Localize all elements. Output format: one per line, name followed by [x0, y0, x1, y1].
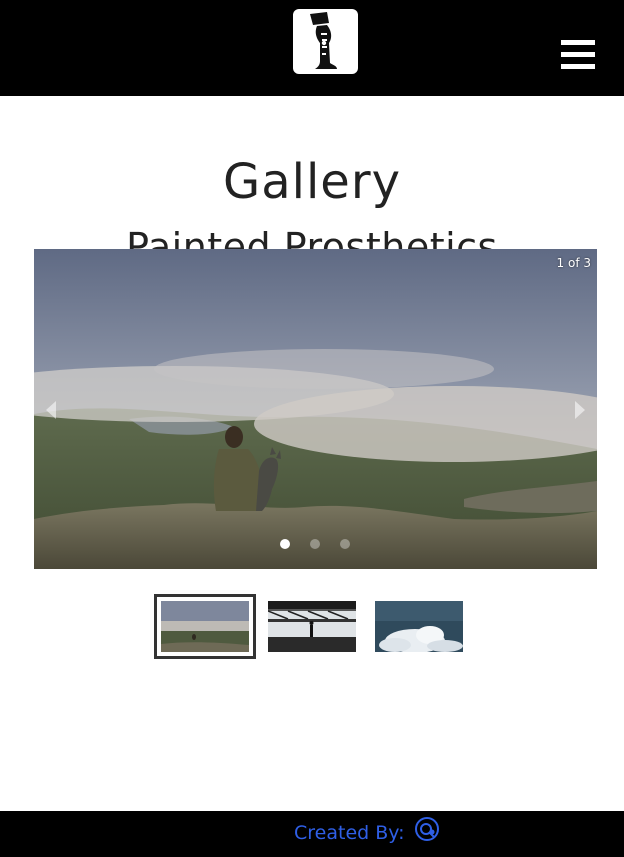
image-slideshow[interactable]: 1 of 3 [34, 249, 597, 569]
next-arrow-graphic [575, 401, 585, 419]
slide-dot-1[interactable] [280, 539, 290, 549]
menu-bar [561, 52, 595, 57]
prev-arrow-graphic [46, 401, 56, 419]
menu-bar [561, 40, 595, 45]
slide-dot-3[interactable] [340, 539, 350, 549]
menu-bar [561, 64, 595, 69]
person-under-bridge-thumbnail[interactable] [268, 601, 356, 652]
clouds-sky-thumbnail[interactable] [375, 601, 463, 652]
mountain-summit-thumbnail[interactable] [154, 594, 256, 659]
creator-logo-graphic [415, 817, 439, 841]
created-by-link[interactable]: Created By: [294, 815, 405, 851]
hamburger-menu-icon[interactable] [561, 40, 595, 70]
creator-logo-icon[interactable] [414, 816, 440, 842]
logo-graphic [310, 12, 337, 69]
thumbnail-image [268, 601, 356, 652]
slide-counter: 1 of 3 [556, 256, 591, 270]
site-footer: Created By: [0, 811, 624, 857]
page-title: Gallery [223, 154, 401, 211]
thumbnail-image [375, 601, 463, 652]
site-header [0, 0, 624, 96]
prosthetic-leg-logo[interactable] [293, 9, 358, 74]
chevron-left-icon[interactable] [44, 399, 58, 421]
slide-dot-2[interactable] [310, 539, 320, 549]
chevron-right-icon[interactable] [573, 399, 587, 421]
thumbnail-image [161, 601, 249, 652]
slide-image-mountain-summit [34, 249, 597, 569]
